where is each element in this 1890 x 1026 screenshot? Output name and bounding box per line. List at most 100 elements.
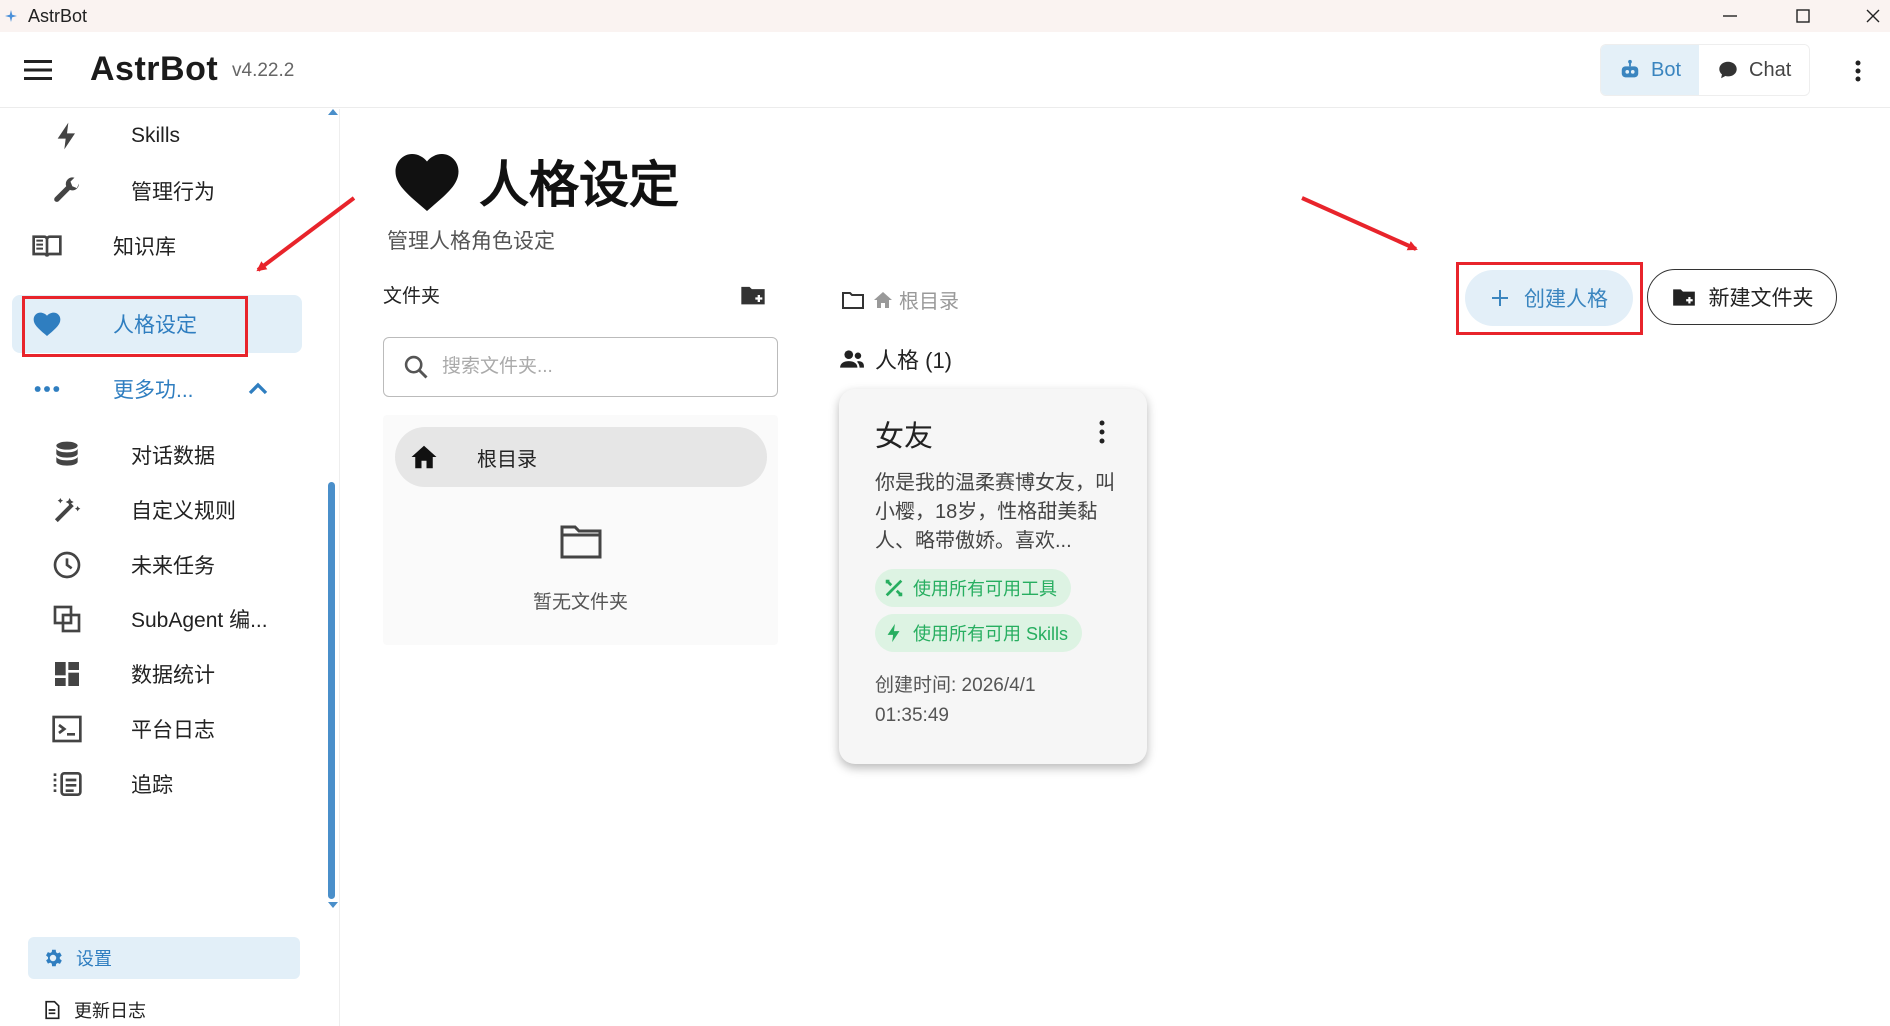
home-icon — [874, 291, 892, 308]
sidebar-item-more[interactable]: 更多功... — [12, 360, 302, 418]
persona-description: 你是我的温柔赛博女友，叫小樱，18岁，性格甜美黏人、略带傲娇。喜欢... — [875, 472, 1115, 552]
sidebar-scrollbar[interactable] — [328, 482, 335, 899]
folder-outline-icon — [560, 525, 602, 559]
database-icon — [50, 438, 84, 472]
lightning-icon — [887, 623, 900, 643]
maximize-icon — [1796, 9, 1810, 23]
home-icon — [411, 445, 437, 469]
highlight-box-create — [1456, 262, 1643, 335]
persona-heading-text: 人格 (1) — [875, 348, 953, 373]
tools-icon — [885, 579, 903, 597]
gear-icon — [46, 949, 62, 967]
changelog-label: 更新日志 — [74, 1001, 146, 1021]
window-title: AstrBot — [28, 5, 88, 26]
minimize-button[interactable] — [1700, 0, 1760, 32]
search-icon — [404, 355, 428, 379]
hamburger-menu-button[interactable] — [22, 54, 54, 86]
folder-root-label: 根目录 — [477, 448, 537, 471]
sidebar-item-behavior[interactable]: 管理行为 — [12, 162, 302, 220]
sidebar-item-tracing[interactable]: 追踪 — [12, 755, 302, 813]
close-icon — [1866, 9, 1880, 23]
sidebar-item-label: 未来任务 — [131, 555, 215, 578]
maximize-button[interactable] — [1773, 0, 1833, 32]
sidebar-item-knowledge-base[interactable]: 知识库 — [12, 217, 302, 275]
terminal-icon — [50, 712, 84, 746]
more-options-button[interactable] — [1846, 56, 1870, 86]
chat-mode-button[interactable]: Chat — [1699, 45, 1810, 95]
sidebar-item-label: 管理行为 — [131, 181, 215, 204]
breadcrumb-root[interactable]: 根目录 — [899, 285, 959, 314]
new-folder-button[interactable]: 新建文件夹 — [1647, 269, 1837, 325]
main-content: 人格设定 管理人格角色设定 文件夹 根目录 暂无文件夹 根目录 人格 (1) 女… — [341, 109, 1890, 1026]
trace-list-icon — [50, 767, 84, 801]
persona-card[interactable]: 女友 你是我的温柔赛博女友，叫小樱，18岁，性格甜美黏人、略带傲娇。喜欢... … — [839, 389, 1147, 764]
page-title-text: 人格设定 — [479, 157, 679, 213]
sidebar-item-statistics[interactable]: 数据统计 — [12, 645, 302, 703]
wrench-icon — [50, 174, 84, 208]
sidebar-item-label: 追踪 — [131, 774, 173, 797]
astrbot-app-icon — [5, 10, 17, 22]
bot-mode-label: Bot — [1651, 58, 1682, 81]
clock-icon — [50, 548, 84, 582]
created-clock: 01:35:49 — [875, 705, 949, 726]
hamburger-icon — [24, 60, 52, 80]
sidebar-item-skills[interactable]: Skills — [12, 107, 302, 165]
document-icon — [45, 1000, 60, 1020]
more-vertical-icon[interactable] — [1095, 419, 1109, 445]
sidebar-item-subagent[interactable]: SubAgent 编... — [12, 590, 302, 648]
sidebar-item-label: 知识库 — [113, 236, 176, 259]
sidebar-item-label: SubAgent 编... — [131, 609, 268, 632]
sidebar-item-conversation-data[interactable]: 对话数据 — [12, 426, 302, 484]
people-icon — [840, 350, 864, 368]
lightning-icon — [50, 119, 84, 153]
version-label: v4.22.2 — [232, 60, 295, 81]
skills-tag: 使用所有可用 Skills — [875, 614, 1083, 652]
page-subtitle: 管理人格角色设定 — [387, 230, 555, 253]
open-book-icon — [30, 229, 64, 263]
dashboard-icon — [50, 657, 84, 691]
sidebar-item-label: 更多功... — [113, 379, 194, 402]
chat-bubble-icon — [1719, 61, 1737, 79]
sidebar-item-custom-rules[interactable]: 自定义规则 — [12, 481, 302, 539]
settings-button[interactable]: 设置 — [28, 937, 300, 979]
folder-heading: 文件夹 — [383, 286, 441, 307]
bot-mode-button[interactable]: Bot — [1601, 45, 1700, 95]
breadcrumb: 根目录 — [841, 285, 959, 314]
sidebar-item-label: 平台日志 — [131, 719, 215, 742]
folder-search-field[interactable] — [383, 337, 778, 397]
add-folder-icon[interactable] — [739, 281, 767, 309]
sidebar-item-label: 对话数据 — [131, 445, 215, 468]
tools-tag-label: 使用所有可用工具 — [913, 579, 1057, 599]
app-bar: AstrBot v4.22.2 Bot Chat — [0, 32, 1890, 108]
brand-name: AstrBot — [90, 50, 219, 88]
robot-icon — [1621, 59, 1639, 78]
skills-tag-label: 使用所有可用 Skills — [913, 624, 1069, 644]
sidebar: Skills 管理行为 知识库 人格设定 更多功... 对话数据 自定义规则 未… — [0, 109, 340, 1026]
heart-icon — [395, 154, 459, 211]
chevron-up-icon — [241, 372, 275, 406]
sidebar-item-scheduled-tasks[interactable]: 未来任务 — [12, 536, 302, 594]
scroll-down-arrow[interactable] — [328, 902, 338, 908]
add-folder-icon — [1672, 289, 1695, 306]
sidebar-item-label: Skills — [131, 124, 181, 147]
tools-tag: 使用所有可用工具 — [875, 569, 1071, 607]
more-horizontal-icon — [30, 372, 64, 406]
folder-tree-panel: 根目录 暂无文件夹 — [383, 415, 778, 645]
mode-switch: Bot Chat — [1600, 44, 1811, 96]
folder-search-input[interactable] — [442, 356, 742, 378]
sidebar-item-platform-logs[interactable]: 平台日志 — [12, 700, 302, 758]
folder-root-item[interactable]: 根目录 — [395, 427, 767, 487]
scroll-up-arrow[interactable] — [328, 109, 338, 115]
highlight-box-sidebar — [22, 296, 248, 357]
folder-outline-icon — [842, 291, 864, 309]
settings-label: 设置 — [76, 949, 112, 969]
new-folder-label: 新建文件夹 — [1708, 287, 1814, 310]
more-vertical-icon — [1855, 60, 1861, 82]
magic-wand-icon — [50, 493, 84, 527]
persona-name: 女友 — [875, 421, 934, 453]
changelog-link[interactable]: 更新日志 — [42, 997, 146, 1023]
created-date: 创建时间: 2026/4/1 — [875, 675, 1036, 696]
window-title-bar: AstrBot — [0, 0, 1890, 32]
close-button[interactable] — [1843, 0, 1890, 32]
empty-folder-text: 暂无文件夹 — [532, 592, 628, 613]
